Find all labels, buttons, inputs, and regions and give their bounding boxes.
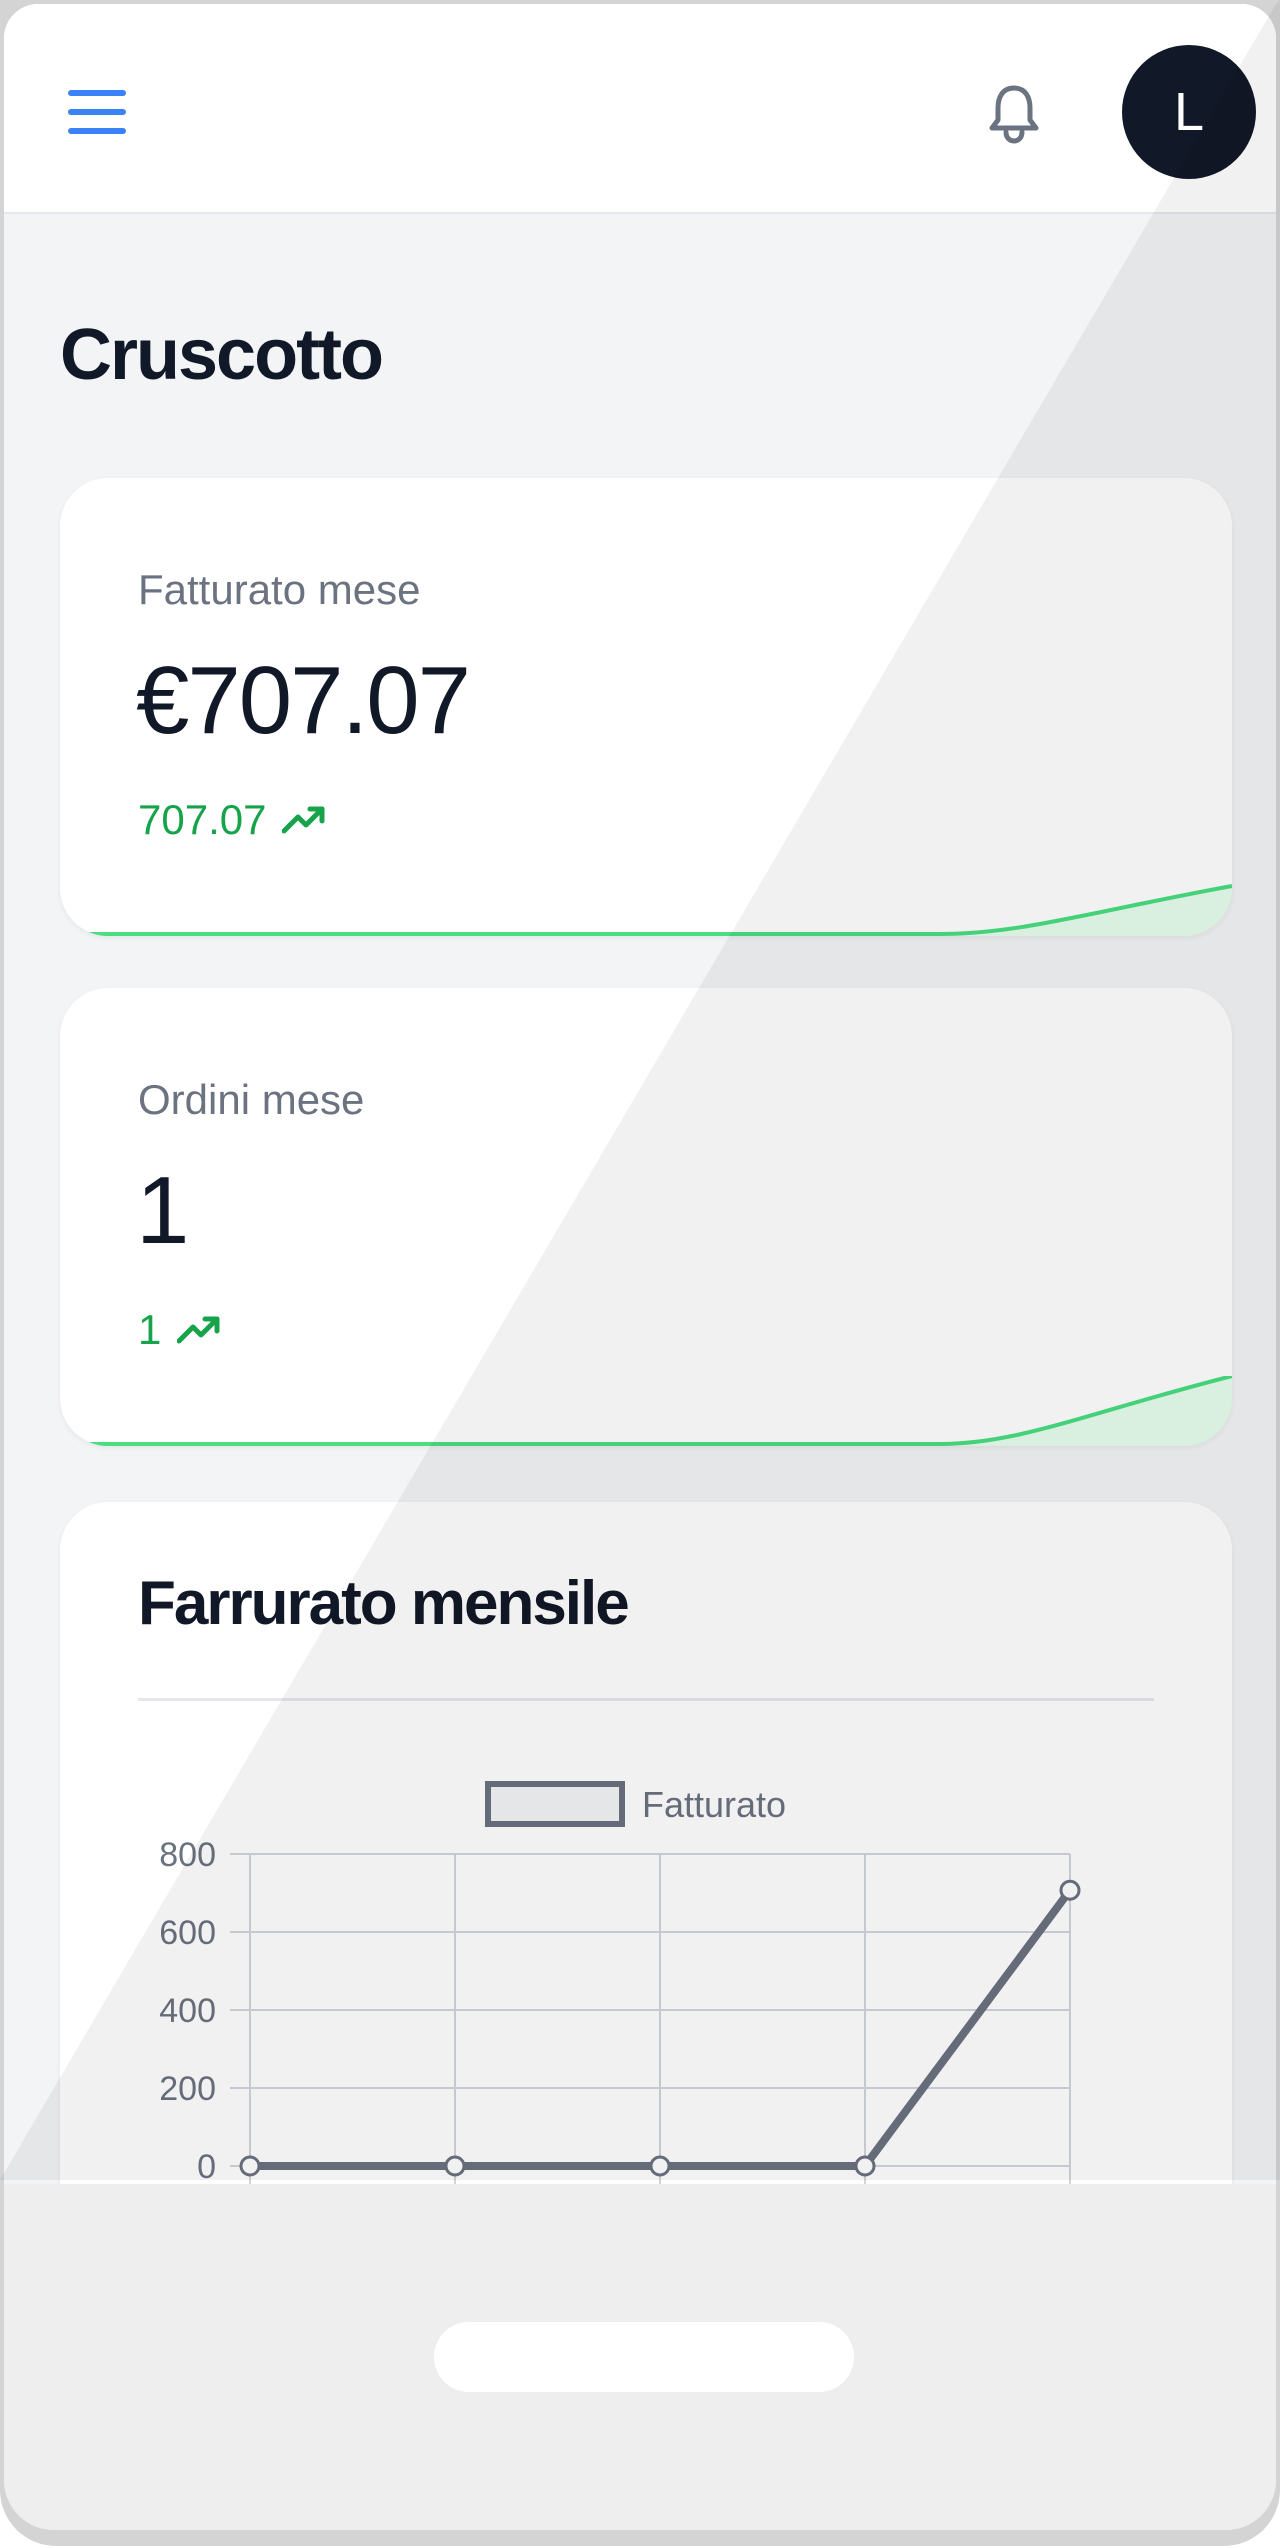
y-tick-label: 800 — [159, 1836, 216, 1874]
legend-label: Fatturato — [642, 1784, 786, 1825]
y-tick-label: 600 — [159, 1914, 216, 1952]
top-app-bar: L — [4, 4, 1276, 214]
revenue-label: Fatturato mese — [138, 566, 421, 613]
revenue-trend: 707.07 — [138, 796, 326, 844]
y-tick-label: 200 — [159, 2070, 216, 2108]
trending-up-icon — [177, 1316, 220, 1344]
hamburger-menu-icon[interactable] — [62, 84, 132, 140]
orders-trend-value: 1 — [138, 1306, 162, 1353]
revenue-card: Fatturato mese €707.07 707.07 — [60, 478, 1232, 936]
data-point — [649, 2155, 671, 2177]
revenue-sparkline — [60, 884, 1232, 936]
y-tick-label: 0 — [197, 2148, 216, 2186]
orders-value: 1 — [136, 1157, 189, 1264]
chart-title: Farrurato mensile — [138, 1569, 630, 1638]
y-tick-label: 400 — [159, 1992, 216, 2030]
app-screen: L Cruscotto Fatturato mese €707.07 707.0… — [4, 4, 1276, 2530]
orders-sparkline — [60, 1376, 1232, 1446]
trending-up-icon — [282, 806, 325, 834]
data-point — [239, 2155, 261, 2177]
bell-icon[interactable] — [986, 82, 1042, 144]
home-indicator[interactable] — [434, 2322, 854, 2392]
device-frame: L Cruscotto Fatturato mese €707.07 707.0… — [0, 0, 1280, 2546]
user-avatar[interactable]: L — [1122, 45, 1256, 179]
orders-card: Ordini mese 1 1 — [60, 988, 1232, 1446]
line-chart: 0 200 400 600 800 Fatturato — [159, 1781, 1081, 2186]
data-point — [444, 2155, 466, 2177]
bottom-bar — [4, 2184, 1276, 2530]
data-point — [1059, 1879, 1081, 1901]
orders-trend: 1 — [138, 1306, 221, 1354]
revenue-trend-value: 707.07 — [138, 796, 267, 843]
page-title: Cruscotto — [60, 315, 384, 395]
chart-divider — [138, 1698, 1154, 1701]
orders-label: Ordini mese — [138, 1076, 365, 1123]
legend-swatch — [485, 1781, 625, 1827]
data-point — [854, 2155, 876, 2177]
revenue-value: €707.07 — [136, 647, 471, 754]
